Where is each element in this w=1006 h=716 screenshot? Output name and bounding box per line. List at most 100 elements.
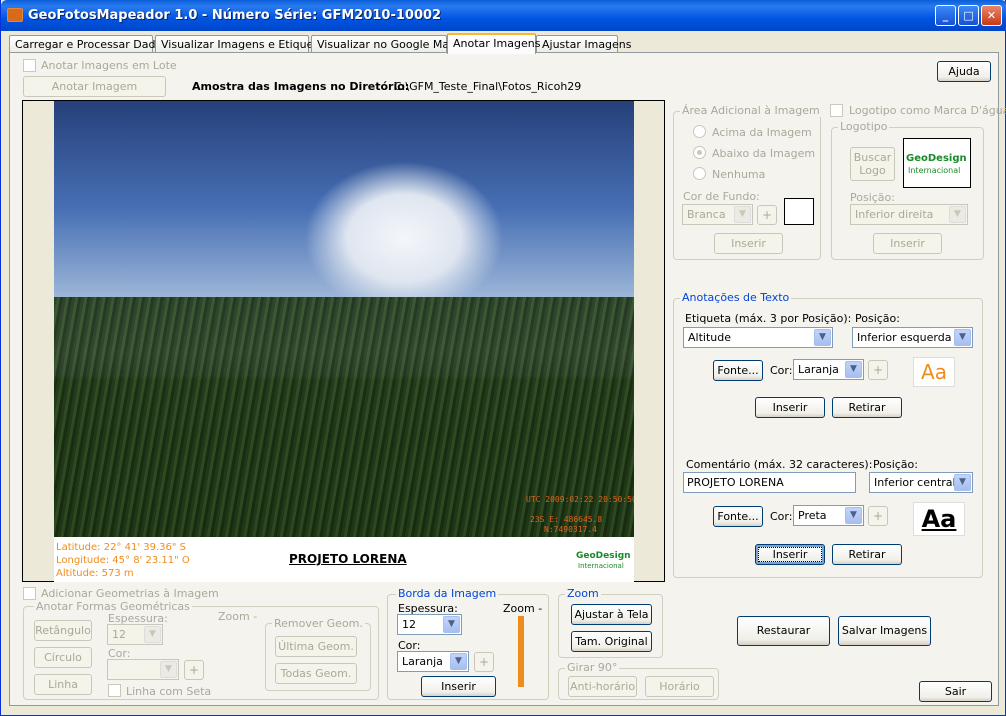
comment-input[interactable]: PROJETO LORENA (683, 472, 856, 493)
geometries-color-select[interactable]: ▼ (107, 659, 179, 680)
color-label: Cor: (770, 364, 793, 377)
chevron-down-icon: ▼ (160, 661, 177, 678)
radio-above-label: Acima da Imagem (712, 126, 812, 139)
remove-geometries-title: Remover Geom. (272, 617, 365, 630)
bg-color-select[interactable]: Branca ▼ (682, 204, 753, 225)
logo-position-value: Inferior direita (855, 208, 934, 221)
chevron-down-icon: ▼ (954, 474, 971, 491)
exit-button[interactable]: Sair (919, 681, 992, 702)
chevron-down-icon: ▼ (845, 507, 862, 524)
geometries-color-plus-button[interactable]: + (184, 660, 204, 680)
border-color-select[interactable]: Laranja ▼ (397, 651, 469, 672)
remove-all-geometries-button[interactable]: Todas Geom. (275, 663, 357, 684)
comment-preview: Aa (913, 502, 965, 536)
watermark-checkbox[interactable] (830, 104, 843, 117)
tab-visualizar-imagens[interactable]: Visualizar Imagens e Etiquetas (155, 35, 330, 53)
border-zoom-label: Zoom - (503, 602, 543, 615)
label-position-select[interactable]: Inferior esquerda ▼ (852, 327, 973, 348)
chevron-down-icon: ▼ (450, 653, 467, 670)
radio-below-label: Abaixo da Imagem (712, 147, 816, 160)
tab-anotar-imagens[interactable]: Anotar Imagens (447, 33, 540, 54)
comment-field-label: Comentário (máx. 32 caracteres): (686, 458, 873, 471)
tab-google-maps[interactable]: Visualizar no Google Maps (311, 35, 462, 53)
chevron-down-icon: ▼ (144, 626, 161, 643)
label-remove-button[interactable]: Retirar (832, 397, 902, 418)
area-insert-button[interactable]: Inserir (714, 233, 783, 254)
line-button[interactable]: Linha (34, 674, 92, 695)
fit-to-screen-button[interactable]: Ajustar à Tela (571, 604, 652, 625)
tab-carregar[interactable]: Carregar e Processar Dados (9, 35, 168, 53)
close-icon[interactable]: ✕ (981, 5, 1002, 26)
text-annotations-title: Anotações de Texto (680, 291, 792, 304)
logo-position-label: Posição: (850, 191, 895, 204)
title-bar: GeoFotosMapeador 1.0 - Número Série: GFM… (1, 0, 1006, 31)
logo-preview: GeoDesign Internacional (903, 138, 971, 188)
radio-none-label: Nenhuma (712, 168, 766, 181)
maximize-icon[interactable]: □ (958, 5, 979, 26)
batch-checkbox[interactable] (23, 59, 36, 72)
border-color-plus-button[interactable]: + (474, 652, 494, 672)
rotate-ccw-button[interactable]: Anti-horário (568, 676, 637, 697)
coord-stamp-e: 23S E: 486645.8 (530, 515, 603, 524)
comment-remove-button[interactable]: Retirar (832, 544, 902, 565)
rotate-title: Girar 90° (565, 661, 620, 674)
minimize-icon[interactable]: _ (935, 5, 956, 26)
comment-position-select[interactable]: Inferior central ▼ (869, 472, 973, 493)
comment-color-plus-button[interactable]: + (868, 506, 888, 526)
color-plus-button[interactable]: + (868, 360, 888, 380)
rectangle-button[interactable]: Retângulo (34, 620, 92, 641)
comment-insert-button[interactable]: Inserir (755, 544, 825, 565)
comment-label: PROJETO LORENA (289, 552, 407, 566)
batch-label: Anotar Imagens em Lote (41, 59, 177, 72)
bg-color-plus-button[interactable]: + (757, 205, 777, 225)
label-select[interactable]: Altitude ▼ (683, 327, 833, 348)
label-position-value: Inferior esquerda (857, 331, 952, 344)
zoom-title: Zoom (565, 587, 601, 600)
radio-below[interactable] (693, 146, 706, 159)
border-title: Borda da Imagem (396, 587, 499, 600)
annotate-individual-button[interactable]: Anotar Imagem Individual (23, 76, 166, 112)
restore-button[interactable]: Restaurar (737, 616, 830, 646)
border-insert-button[interactable]: Inserir (421, 676, 496, 697)
font-button[interactable]: Fonte... (713, 360, 763, 381)
chevron-down-icon: ▼ (734, 206, 751, 223)
label-position-label: Posição: (855, 312, 900, 325)
geometries-zoom-label: Zoom - (218, 610, 258, 623)
cloud (304, 161, 504, 301)
remove-last-geometry-button[interactable]: Última Geom. (275, 636, 357, 657)
logo-insert-button[interactable]: Inserir (873, 233, 942, 254)
bg-color-label: Cor de Fundo: (683, 190, 760, 203)
geometries-label: Adicionar Geometrias à Imagem (41, 587, 219, 600)
label-insert-button[interactable]: Inserir (755, 397, 825, 418)
comment-font-button[interactable]: Fonte... (713, 506, 763, 527)
timestamp-stamp: UTC 2009:02:22 20:50:50 (526, 495, 634, 504)
tab-ajustar-imagens[interactable]: Ajustar Imagens (536, 35, 632, 53)
directory-path: C:\GFM_Teste_Final\Fotos_Ricoh29 (394, 80, 582, 93)
original-size-button[interactable]: Tam. Original (571, 631, 652, 652)
comment-color-select[interactable]: Preta ▼ (793, 505, 864, 526)
chevron-down-icon: ▼ (443, 616, 460, 633)
search-logo-button[interactable]: Buscar Logo (850, 147, 895, 181)
logo-position-select[interactable]: Inferior direita ▼ (850, 204, 968, 225)
circle-button[interactable]: Círculo (34, 647, 92, 668)
help-button[interactable]: Ajuda (937, 61, 991, 82)
area-title: Área Adicional à Imagem (680, 104, 822, 117)
comment-color-label: Cor: (770, 510, 793, 523)
logo-group-title: Logotipo (838, 120, 890, 133)
latitude-label: Latitude: 22° 41' 39.36" S (56, 542, 187, 553)
altitude-label: Altitude: 573 m (56, 568, 134, 579)
radio-none[interactable] (693, 167, 706, 180)
radio-above[interactable] (693, 125, 706, 138)
geometries-thickness-value: 12 (112, 628, 126, 641)
geometries-checkbox[interactable] (23, 587, 36, 600)
rotate-cw-button[interactable]: Horário (645, 676, 714, 697)
sample-photo: UTC 2009:02:22 20:50:50 23S E: 486645.8 … (54, 101, 634, 537)
app-window: GeoFotosMapeador 1.0 - Número Série: GFM… (0, 0, 1006, 716)
color-select[interactable]: Laranja ▼ (793, 359, 864, 380)
save-images-button[interactable]: Salvar Imagens (838, 616, 931, 646)
arrow-line-checkbox[interactable] (108, 684, 121, 697)
geometries-thickness-select[interactable]: 12 ▼ (107, 624, 163, 645)
border-thickness-select[interactable]: 12 ▼ (397, 614, 462, 635)
coord-stamp-n: N:7490317.4 (544, 525, 597, 534)
logo-text-2: Internacional (578, 562, 624, 570)
